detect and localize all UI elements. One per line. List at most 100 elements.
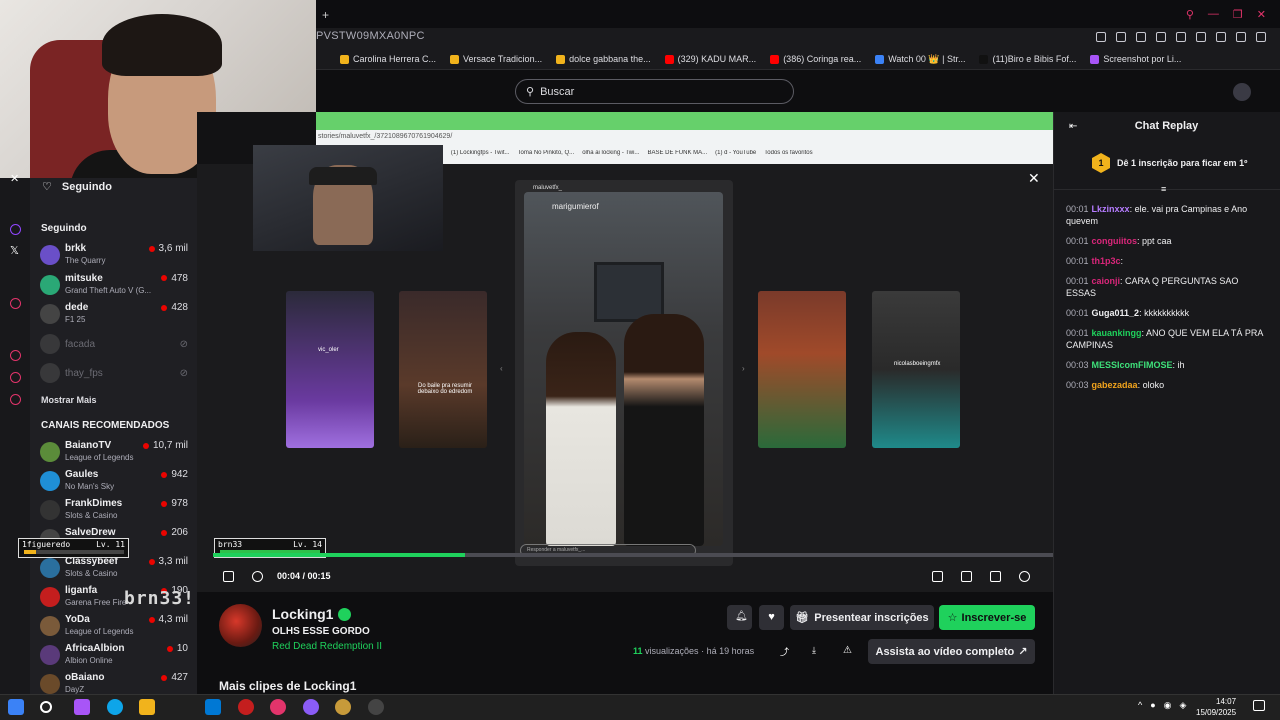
clip-game-link[interactable]: Red Dead Redemption II bbox=[272, 641, 382, 652]
subscribe-button[interactable]: ☆ Inscrever-se bbox=[939, 605, 1035, 630]
shield-icon[interactable] bbox=[1136, 32, 1146, 42]
message-user[interactable]: Lkzinxxx bbox=[1092, 204, 1130, 214]
volume-button[interactable] bbox=[252, 571, 263, 582]
twitch-icon[interactable] bbox=[10, 224, 21, 235]
search-icon[interactable]: ⚲ bbox=[1186, 8, 1194, 21]
settings-icon[interactable] bbox=[10, 394, 21, 405]
app-icon[interactable] bbox=[238, 699, 254, 715]
message-user[interactable]: gabezadaa bbox=[1092, 380, 1138, 390]
sidebar-channel[interactable]: Classybeef Slots & Casino 3,3 mil bbox=[40, 556, 192, 584]
game-icon[interactable] bbox=[335, 699, 351, 715]
copilot-icon[interactable] bbox=[74, 699, 90, 715]
sidebar-channel[interactable]: YoDa League of Legends 4,3 mil bbox=[40, 614, 192, 642]
story-thumbnail[interactable]: Do baile pra resumir debaixo do edredom bbox=[399, 291, 487, 448]
live-dot-icon bbox=[161, 471, 168, 478]
search-input[interactable]: ⚲ Buscar bbox=[515, 79, 794, 104]
sidebar-channel[interactable]: thay_fps ⊘ bbox=[40, 361, 192, 389]
bookmark-item[interactable]: Watch 00 👑 | Str... bbox=[875, 52, 965, 66]
bookmark-item[interactable]: (386) Coringa rea... bbox=[770, 52, 861, 66]
volume-icon[interactable]: ◈ bbox=[1180, 700, 1187, 711]
story-thumbnail[interactable] bbox=[758, 291, 846, 448]
follow-button[interactable]: ♥ bbox=[759, 605, 784, 630]
edge-icon[interactable] bbox=[107, 699, 123, 715]
opera-icon[interactable] bbox=[270, 699, 286, 715]
play-icon[interactable] bbox=[1156, 32, 1166, 42]
message-user[interactable]: Guga011_2 bbox=[1092, 308, 1140, 318]
watch-full-video-button[interactable]: Assista ao vídeo completo ↗ bbox=[868, 639, 1035, 664]
download-icon[interactable]: ⤓ bbox=[812, 645, 824, 657]
file-explorer-icon[interactable] bbox=[139, 699, 155, 715]
bookmark-item[interactable]: (329) KADU MAR... bbox=[664, 52, 756, 66]
message-user[interactable]: conguiitos bbox=[1092, 236, 1138, 246]
user-avatar[interactable] bbox=[1233, 83, 1251, 101]
chevron-up-icon[interactable]: ^ bbox=[1138, 700, 1142, 711]
x-icon[interactable]: 𝕏 bbox=[10, 244, 19, 257]
bookmark-item[interactable]: Carolina Herrera C... bbox=[340, 52, 436, 66]
obs-icon[interactable] bbox=[368, 699, 384, 715]
network-icon[interactable]: ◉ bbox=[1164, 700, 1172, 711]
discord-icon[interactable] bbox=[303, 699, 319, 715]
story-prev-icon[interactable]: ‹ bbox=[500, 364, 503, 373]
restore-icon[interactable]: ❐ bbox=[1233, 8, 1243, 21]
message-user[interactable]: MESSIcomFIMOSE bbox=[1092, 360, 1173, 370]
minimize-icon[interactable]: — bbox=[1208, 8, 1219, 21]
sidebar-channel[interactable]: mitsuke Grand Theft Auto V (G... 478 bbox=[40, 273, 192, 301]
theater-button[interactable] bbox=[961, 571, 972, 582]
sidebar-following-header[interactable]: ♡ Seguindo bbox=[42, 180, 112, 194]
record-icon[interactable] bbox=[10, 298, 21, 309]
message-user[interactable]: th1p3c bbox=[1092, 256, 1121, 266]
channel-name[interactable]: Locking1 bbox=[272, 606, 352, 622]
channel-avatar[interactable] bbox=[219, 604, 262, 647]
microphone-icon[interactable]: ● bbox=[1150, 700, 1155, 711]
battery-icon[interactable] bbox=[1196, 32, 1206, 42]
outlook-icon[interactable] bbox=[205, 699, 221, 715]
channel-game: League of Legends bbox=[65, 453, 134, 462]
show-more-link[interactable]: Mostrar Mais bbox=[41, 395, 97, 405]
story-next-icon[interactable]: › bbox=[742, 364, 745, 373]
message-user[interactable]: kauankingg bbox=[1092, 328, 1142, 338]
settings-button[interactable] bbox=[1019, 571, 1030, 582]
banner-text: Dê 1 inscrição para ficar em 1º bbox=[1117, 158, 1248, 168]
start-icon[interactable] bbox=[8, 699, 24, 715]
search-icon[interactable] bbox=[40, 701, 52, 713]
bookmark-item[interactable]: dolce gabbana the... bbox=[556, 52, 651, 66]
bookmark-item[interactable]: (11)Biro e Bibis Fof... bbox=[979, 52, 1076, 66]
system-clock[interactable]: 14:07 15/09/2025 bbox=[1196, 696, 1236, 718]
notification-button[interactable]: 🔔︎ bbox=[727, 605, 752, 630]
gift-subs-button[interactable]: 🎁︎ Presentear inscrições bbox=[790, 605, 934, 630]
new-tab-icon[interactable]: + bbox=[322, 8, 329, 22]
pause-button[interactable] bbox=[223, 571, 234, 582]
story-photo bbox=[524, 192, 723, 546]
notifications-icon[interactable] bbox=[1253, 700, 1265, 711]
story-thumbnail[interactable]: vic_oler bbox=[286, 291, 374, 448]
pin-icon[interactable] bbox=[1096, 32, 1106, 42]
fullscreen-button[interactable] bbox=[990, 571, 1001, 582]
address-bar[interactable]: PVSTW09MXA0NPC bbox=[316, 30, 425, 42]
share-icon[interactable]: ⤴ bbox=[780, 645, 792, 657]
message-user[interactable]: caionji bbox=[1092, 276, 1121, 286]
close-icon[interactable]: ✕ bbox=[1028, 170, 1040, 187]
report-icon[interactable]: ⚠ bbox=[843, 645, 855, 657]
clock-icon[interactable] bbox=[10, 350, 21, 361]
expand-icon[interactable]: ≡ bbox=[1161, 184, 1166, 194]
sidebar-channel[interactable]: brkk The Quarry 3,6 mil bbox=[40, 243, 192, 271]
sidebar-channel[interactable]: AfricaAlbion Albion Online 10 bbox=[40, 643, 192, 671]
sidebar-channel[interactable]: BaianoTV League of Legends 10,7 mil bbox=[40, 440, 192, 468]
story-thumbnail[interactable]: nicolasboeingmfx bbox=[872, 291, 960, 448]
menu-icon[interactable] bbox=[1256, 32, 1266, 42]
sidebar-channel[interactable]: Gaules No Man's Sky 942 bbox=[40, 469, 192, 497]
sidebar-channel[interactable]: FrankDimes Slots & Casino 978 bbox=[40, 498, 192, 526]
heart-icon[interactable] bbox=[1176, 32, 1186, 42]
sidebar-channel[interactable]: facada ⊘ bbox=[40, 332, 192, 360]
close-icon[interactable]: ✕ bbox=[1257, 8, 1266, 21]
sidebar-channel[interactable]: dede F1 25 428 bbox=[40, 302, 192, 330]
chat-message: 00:01 Lkzinxxx: ele. vai pra Campinas e A… bbox=[1066, 203, 1270, 227]
profile-icon[interactable] bbox=[1236, 32, 1246, 42]
bookmark-item[interactable]: Versace Tradicion... bbox=[450, 52, 542, 66]
clip-button[interactable] bbox=[932, 571, 943, 582]
reader-icon[interactable] bbox=[1116, 32, 1126, 42]
close-icon[interactable]: ✕ bbox=[10, 172, 19, 185]
chat-icon[interactable] bbox=[10, 372, 21, 383]
bookmark-item[interactable]: Screenshot por Li... bbox=[1090, 52, 1181, 66]
puzzle-icon[interactable] bbox=[1216, 32, 1226, 42]
